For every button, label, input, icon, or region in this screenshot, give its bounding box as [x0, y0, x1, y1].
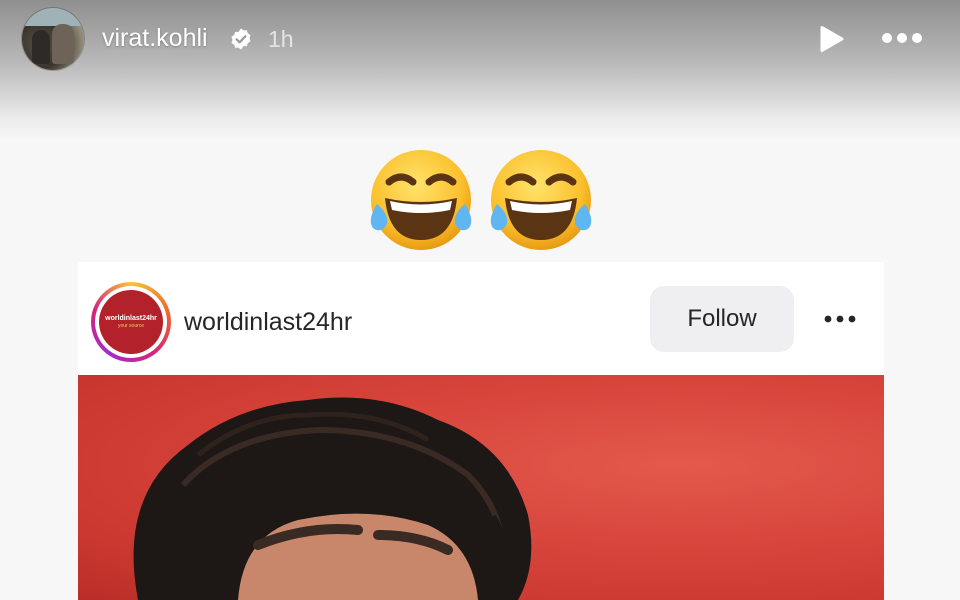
post-header: worldinlast24hr your source worldinlast2… — [78, 262, 884, 374]
avatar-sky — [22, 8, 84, 26]
post-avatar-ring-inner: worldinlast24hr your source — [95, 286, 167, 358]
story-time-ago: 1h — [268, 26, 294, 52]
follow-button[interactable]: Follow — [650, 286, 794, 352]
story-username[interactable]: virat.kohli — [102, 24, 208, 53]
verified-badge-icon — [229, 27, 253, 51]
more-horizontal-icon[interactable] — [880, 28, 924, 48]
post-avatar-story-ring[interactable]: worldinlast24hr your source — [91, 282, 171, 362]
avatar-figure-2 — [52, 24, 74, 64]
story-header: virat.kohli 1h — [0, 0, 960, 140]
shared-post-card[interactable]: worldinlast24hr your source worldinlast2… — [78, 262, 884, 600]
post-avatar-logo-subtext: your source — [117, 323, 145, 329]
emoji-row — [365, 146, 605, 254]
play-icon[interactable] — [816, 24, 846, 54]
portrait-photo — [133, 397, 532, 600]
avatar-figure-1 — [32, 30, 50, 64]
post-avatar-logo: worldinlast24hr your source — [99, 290, 163, 354]
tears-of-joy-emoji-icon — [370, 150, 472, 250]
more-horizontal-icon[interactable] — [822, 312, 858, 326]
story-avatar[interactable] — [22, 8, 84, 70]
post-image[interactable] — [78, 375, 884, 600]
tears-of-joy-emoji-icon — [490, 150, 592, 250]
post-avatar-logo-text: worldinlast24hr — [105, 315, 157, 322]
post-username[interactable]: worldinlast24hr — [184, 308, 352, 337]
